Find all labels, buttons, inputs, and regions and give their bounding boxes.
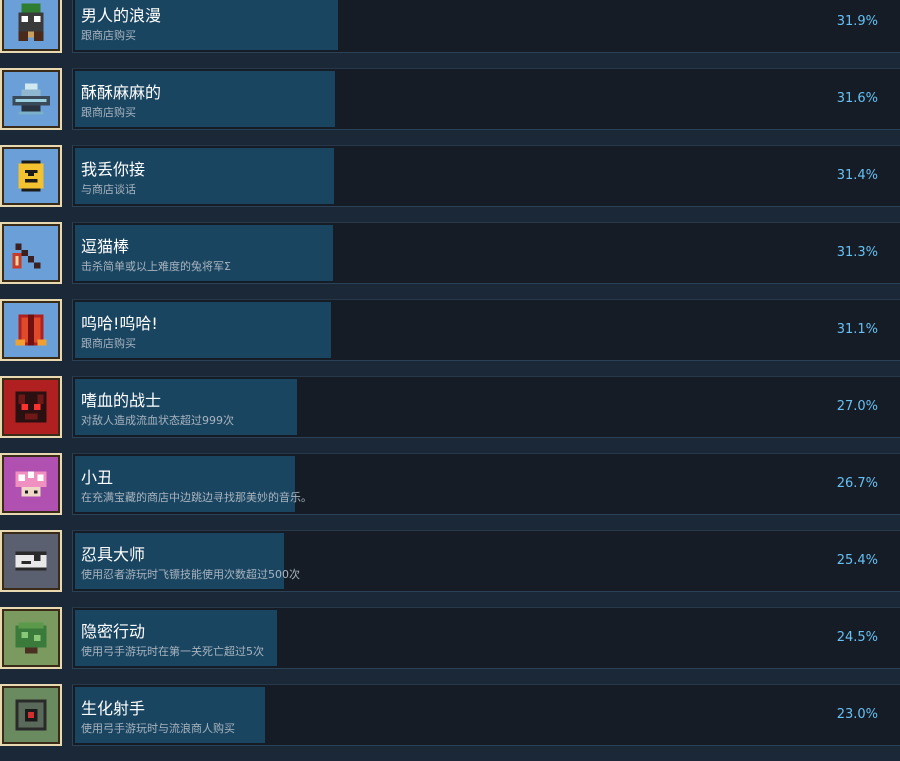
achievement-panel: 男人的浪漫 跟商店购买 31.9% (72, 0, 900, 53)
achievement-panel: 呜哈!呜哈! 跟商店购买 31.1% (72, 299, 900, 361)
box-robot-icon (15, 699, 47, 731)
achievement-row[interactable]: 嗜血的战士 对敌人造成流血状态超过999次 27.0% (0, 376, 900, 453)
achievement-title: 男人的浪漫 (81, 6, 162, 25)
achievement-row[interactable]: 酥酥麻麻的 跟商店购买 31.6% (0, 68, 900, 145)
achievement-title: 呜哈!呜哈! (81, 314, 158, 333)
achievement-title: 逗猫棒 (81, 237, 130, 256)
achievement-panel: 隐密行动 使用弓手游玩时在第一关死亡超过5次 24.5% (72, 607, 900, 669)
achievement-icon-frame (0, 222, 62, 284)
unlock-percentage: 31.6% (836, 91, 878, 106)
achievement-row[interactable]: 小丑 在充满宝藏的商店中边跳边寻找那美妙的音乐。 26.7% (0, 453, 900, 530)
achievement-panel: 逗猫棒 击杀简单或以上难度的兔将军Σ 31.3% (72, 222, 900, 284)
achievement-description: 与商店谈话 (81, 183, 136, 196)
achievement-description: 击杀简单或以上难度的兔将军Σ (81, 260, 231, 273)
achievement-icon-frame (0, 68, 62, 130)
green-knight-icon (18, 3, 44, 41)
achievement-title: 忍具大师 (81, 545, 146, 564)
achievement-description: 使用忍者游玩时飞镖技能使用次数超过500次 (81, 568, 300, 581)
achievement-icon-frame (0, 145, 62, 207)
achievement-description: 使用弓手游玩时在第一关死亡超过5次 (81, 645, 264, 658)
achievement-list: 男人的浪漫 跟商店购买 31.9% 酥酥麻麻的 跟商店购买 31.6% 我丢你接… (0, 0, 900, 761)
unlock-percentage: 23.0% (836, 707, 878, 722)
blood-warrior-icon (15, 391, 47, 423)
achievement-row[interactable]: 呜哈!呜哈! 跟商店购买 31.1% (0, 299, 900, 376)
unlock-percentage: 27.0% (836, 399, 878, 414)
achievement-icon-frame (0, 530, 62, 592)
achievement-description: 跟商店购买 (81, 106, 136, 119)
unlock-percentage: 31.3% (836, 245, 878, 260)
achievement-title: 嗜血的战士 (81, 391, 162, 410)
achievement-description: 对敌人造成流血状态超过999次 (81, 414, 234, 427)
achievement-icon-frame (0, 299, 62, 361)
achievement-title: 生化射手 (81, 699, 146, 718)
unlock-percentage: 31.1% (836, 322, 878, 337)
ufo-icon (12, 83, 50, 115)
achievement-row[interactable]: 逗猫棒 击杀简单或以上难度的兔将军Σ 31.3% (0, 222, 900, 299)
unlock-percentage: 26.7% (836, 476, 878, 491)
achievement-description: 在充满宝藏的商店中边跳边寻找那美妙的音乐。 (81, 491, 312, 504)
yellow-ball-icon (18, 160, 44, 192)
achievement-description: 跟商店购买 (81, 29, 136, 42)
achievement-panel: 小丑 在充满宝藏的商店中边跳边寻找那美妙的音乐。 26.7% (72, 453, 900, 515)
ninja-icon (15, 551, 47, 571)
cat-teaser-icon (12, 243, 41, 269)
achievement-panel: 嗜血的战士 对敌人造成流血状态超过999次 27.0% (72, 376, 900, 438)
unlock-percentage: 25.4% (836, 553, 878, 568)
achievement-title: 隐密行动 (81, 622, 146, 641)
achievement-title: 我丢你接 (81, 160, 146, 179)
achievement-title: 酥酥麻麻的 (81, 83, 162, 102)
achievement-row[interactable]: 忍具大师 使用忍者游玩时飞镖技能使用次数超过500次 25.4% (0, 530, 900, 607)
achievement-row[interactable]: 生化射手 使用弓手游玩时与流浪商人购买 23.0% (0, 684, 900, 761)
achievement-description: 跟商店购买 (81, 337, 136, 350)
achievement-icon-frame (0, 684, 62, 746)
unlock-percentage: 31.4% (836, 168, 878, 183)
achievement-icon-frame (0, 453, 62, 515)
achievement-row[interactable]: 隐密行动 使用弓手游玩时在第一关死亡超过5次 24.5% (0, 607, 900, 684)
unlock-percentage: 31.9% (836, 14, 878, 29)
unlock-percentage: 24.5% (836, 630, 878, 645)
achievement-description: 使用弓手游玩时与流浪商人购买 (81, 722, 235, 735)
achievement-row[interactable]: 我丢你接 与商店谈话 31.4% (0, 145, 900, 222)
red-cape-icon (15, 314, 47, 346)
bush-icon (15, 622, 47, 654)
achievement-icon-frame (0, 376, 62, 438)
achievement-panel: 酥酥麻麻的 跟商店购买 31.6% (72, 68, 900, 130)
achievement-panel: 忍具大师 使用忍者游玩时飞镖技能使用次数超过500次 25.4% (72, 530, 900, 592)
clown-mushroom-icon (15, 471, 47, 497)
achievement-panel: 生化射手 使用弓手游玩时与流浪商人购买 23.0% (72, 684, 900, 746)
achievement-icon-frame (0, 607, 62, 669)
achievement-row[interactable]: 男人的浪漫 跟商店购买 31.9% (0, 0, 900, 68)
achievement-icon-frame (0, 0, 62, 53)
achievement-title: 小丑 (81, 468, 114, 487)
achievement-panel: 我丢你接 与商店谈话 31.4% (72, 145, 900, 207)
